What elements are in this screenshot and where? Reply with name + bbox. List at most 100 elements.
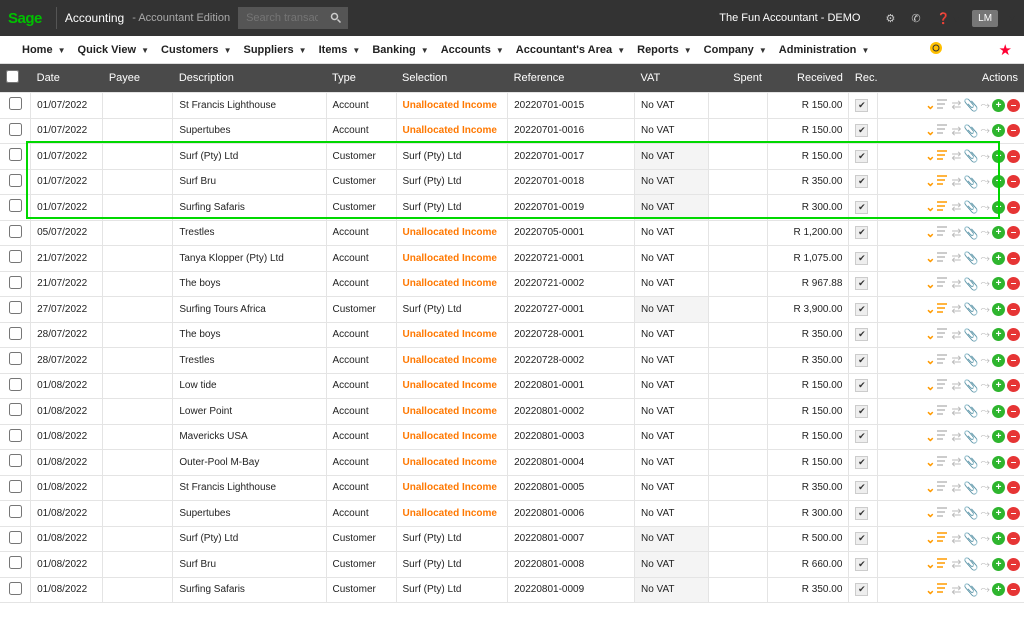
cell-spent[interactable]: [709, 271, 768, 297]
swap-icon[interactable]: ⇄: [951, 277, 961, 291]
menu-home[interactable]: Home ▼: [18, 44, 70, 56]
company-selector[interactable]: The Fun Accountant - DEMO ▼: [719, 12, 873, 24]
cell-description[interactable]: Mavericks USA: [173, 424, 326, 450]
cell-vat[interactable]: No VAT: [634, 577, 708, 603]
row-checkbox-cell[interactable]: [0, 552, 31, 578]
cell-rec[interactable]: ✔: [849, 297, 877, 323]
link-icon[interactable]: ⤳: [980, 174, 990, 189]
swap-icon[interactable]: ⇄: [951, 404, 961, 418]
cell-spent[interactable]: [709, 169, 768, 195]
attach-icon[interactable]: 📎: [963, 557, 978, 571]
cell-spent[interactable]: [709, 552, 768, 578]
split-icon[interactable]: [937, 480, 949, 495]
favorites-icon[interactable]: ★: [999, 41, 1012, 59]
add-icon[interactable]: +: [992, 583, 1005, 596]
reconciled-checkbox[interactable]: ✔: [855, 430, 868, 443]
cell-description[interactable]: Trestles: [173, 348, 326, 374]
add-icon[interactable]: +: [992, 379, 1005, 392]
cell-type[interactable]: Customer: [326, 577, 396, 603]
cell-spent[interactable]: [709, 450, 768, 476]
expand-icon[interactable]: ⌄: [925, 506, 935, 520]
cell-received[interactable]: R 300.00: [768, 501, 849, 527]
link-icon[interactable]: ⤳: [980, 429, 990, 444]
cell-type[interactable]: Customer: [326, 552, 396, 578]
cell-type[interactable]: Account: [326, 424, 396, 450]
link-icon[interactable]: ⤳: [980, 149, 990, 164]
cell-received[interactable]: R 500.00: [768, 526, 849, 552]
cell-spent[interactable]: [709, 399, 768, 425]
reconciled-checkbox[interactable]: ✔: [855, 379, 868, 392]
cell-reference[interactable]: 20220801-0009: [508, 577, 635, 603]
split-icon[interactable]: [937, 225, 949, 240]
add-icon[interactable]: +: [992, 532, 1005, 545]
cell-spent[interactable]: [709, 220, 768, 246]
row-checkbox[interactable]: [9, 225, 22, 238]
link-icon[interactable]: ⤳: [980, 557, 990, 572]
cell-selection[interactable]: Unallocated Income: [396, 348, 508, 374]
cell-rec[interactable]: ✔: [849, 271, 877, 297]
attach-icon[interactable]: 📎: [963, 430, 978, 444]
row-checkbox[interactable]: [9, 123, 22, 136]
cell-date[interactable]: 01/08/2022: [31, 424, 103, 450]
add-icon[interactable]: +: [992, 226, 1005, 239]
attach-icon[interactable]: 📎: [963, 404, 978, 418]
add-icon[interactable]: +: [992, 430, 1005, 443]
row-checkbox[interactable]: [9, 148, 22, 161]
cell-payee[interactable]: [103, 399, 173, 425]
remove-icon[interactable]: –: [1007, 201, 1020, 214]
reconciled-checkbox[interactable]: ✔: [855, 507, 868, 520]
cell-received[interactable]: R 300.00: [768, 195, 849, 221]
reconciled-checkbox[interactable]: ✔: [855, 481, 868, 494]
reconciled-checkbox[interactable]: ✔: [855, 277, 868, 290]
cell-selection[interactable]: Unallocated Income: [396, 501, 508, 527]
remove-icon[interactable]: –: [1007, 481, 1020, 494]
row-checkbox[interactable]: [9, 454, 22, 467]
remove-icon[interactable]: –: [1007, 99, 1020, 112]
cell-received[interactable]: R 150.00: [768, 399, 849, 425]
link-icon[interactable]: ⤳: [980, 276, 990, 291]
row-checkbox-cell[interactable]: [0, 577, 31, 603]
remove-icon[interactable]: –: [1007, 150, 1020, 163]
add-icon[interactable]: +: [992, 328, 1005, 341]
reconciled-checkbox[interactable]: ✔: [855, 558, 868, 571]
row-checkbox-cell[interactable]: [0, 373, 31, 399]
cell-type[interactable]: Customer: [326, 144, 396, 170]
cell-spent[interactable]: [709, 526, 768, 552]
reconciled-checkbox[interactable]: ✔: [855, 175, 868, 188]
cell-description[interactable]: St Francis Lighthouse: [173, 475, 326, 501]
expand-icon[interactable]: ⌄: [925, 175, 935, 189]
link-icon[interactable]: ⤳: [980, 506, 990, 521]
cell-description[interactable]: Trestles: [173, 220, 326, 246]
cell-type[interactable]: Customer: [326, 169, 396, 195]
expand-icon[interactable]: ⌄: [925, 149, 935, 163]
cell-payee[interactable]: [103, 475, 173, 501]
col-type[interactable]: Type: [326, 64, 396, 93]
row-checkbox-cell[interactable]: [0, 195, 31, 221]
row-checkbox-cell[interactable]: [0, 501, 31, 527]
remove-icon[interactable]: –: [1007, 405, 1020, 418]
split-icon[interactable]: [937, 98, 949, 113]
cell-selection[interactable]: Unallocated Income: [396, 220, 508, 246]
phone-icon[interactable]: ✆: [907, 12, 924, 25]
add-icon[interactable]: +: [992, 252, 1005, 265]
cell-received[interactable]: R 350.00: [768, 322, 849, 348]
attach-icon[interactable]: 📎: [963, 455, 978, 469]
cell-type[interactable]: Account: [326, 322, 396, 348]
split-icon[interactable]: [937, 582, 949, 597]
link-icon[interactable]: ⤳: [980, 480, 990, 495]
cell-vat[interactable]: No VAT: [634, 526, 708, 552]
cell-vat[interactable]: No VAT: [634, 118, 708, 144]
cell-description[interactable]: The boys: [173, 322, 326, 348]
swap-icon[interactable]: ⇄: [951, 175, 961, 189]
row-checkbox[interactable]: [9, 250, 22, 263]
cell-received[interactable]: R 3,900.00: [768, 297, 849, 323]
cell-spent[interactable]: [709, 246, 768, 272]
swap-icon[interactable]: ⇄: [951, 149, 961, 163]
cell-reference[interactable]: 20220801-0001: [508, 373, 635, 399]
split-icon[interactable]: [937, 302, 949, 317]
remove-icon[interactable]: –: [1007, 252, 1020, 265]
cell-date[interactable]: 01/08/2022: [31, 373, 103, 399]
reconciled-checkbox[interactable]: ✔: [855, 405, 868, 418]
split-icon[interactable]: [937, 429, 949, 444]
add-icon[interactable]: +: [992, 354, 1005, 367]
